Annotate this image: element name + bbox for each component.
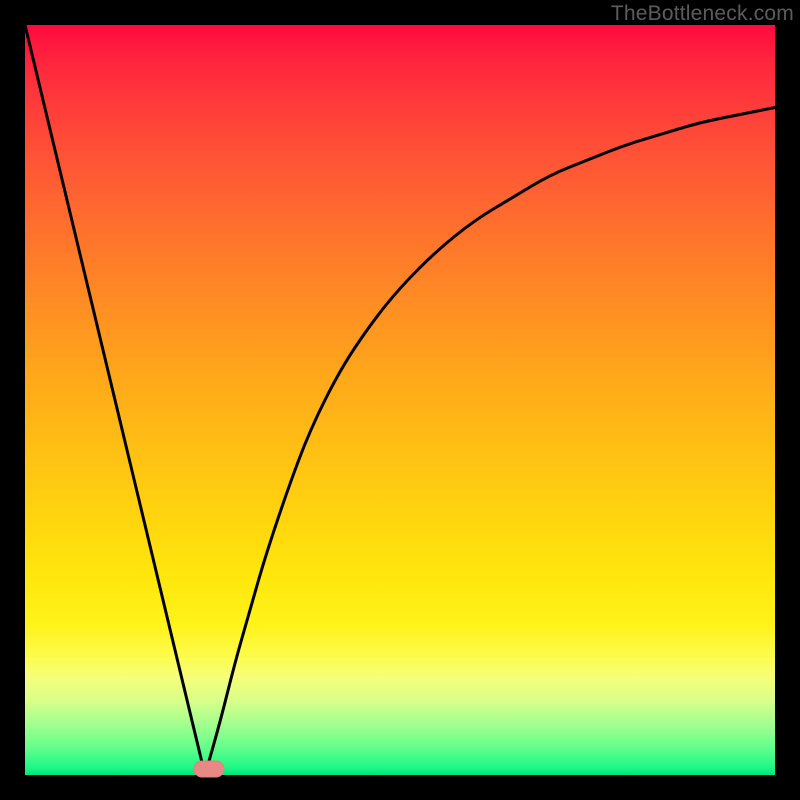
chart-plot-area [25, 25, 775, 775]
chart-frame: TheBottleneck.com [0, 0, 800, 800]
chart-series-right [205, 108, 775, 776]
watermark-text: TheBottleneck.com [611, 2, 794, 26]
chart-lines-svg [25, 25, 775, 775]
chart-series-left [25, 25, 205, 775]
chart-trough-marker [193, 761, 224, 778]
